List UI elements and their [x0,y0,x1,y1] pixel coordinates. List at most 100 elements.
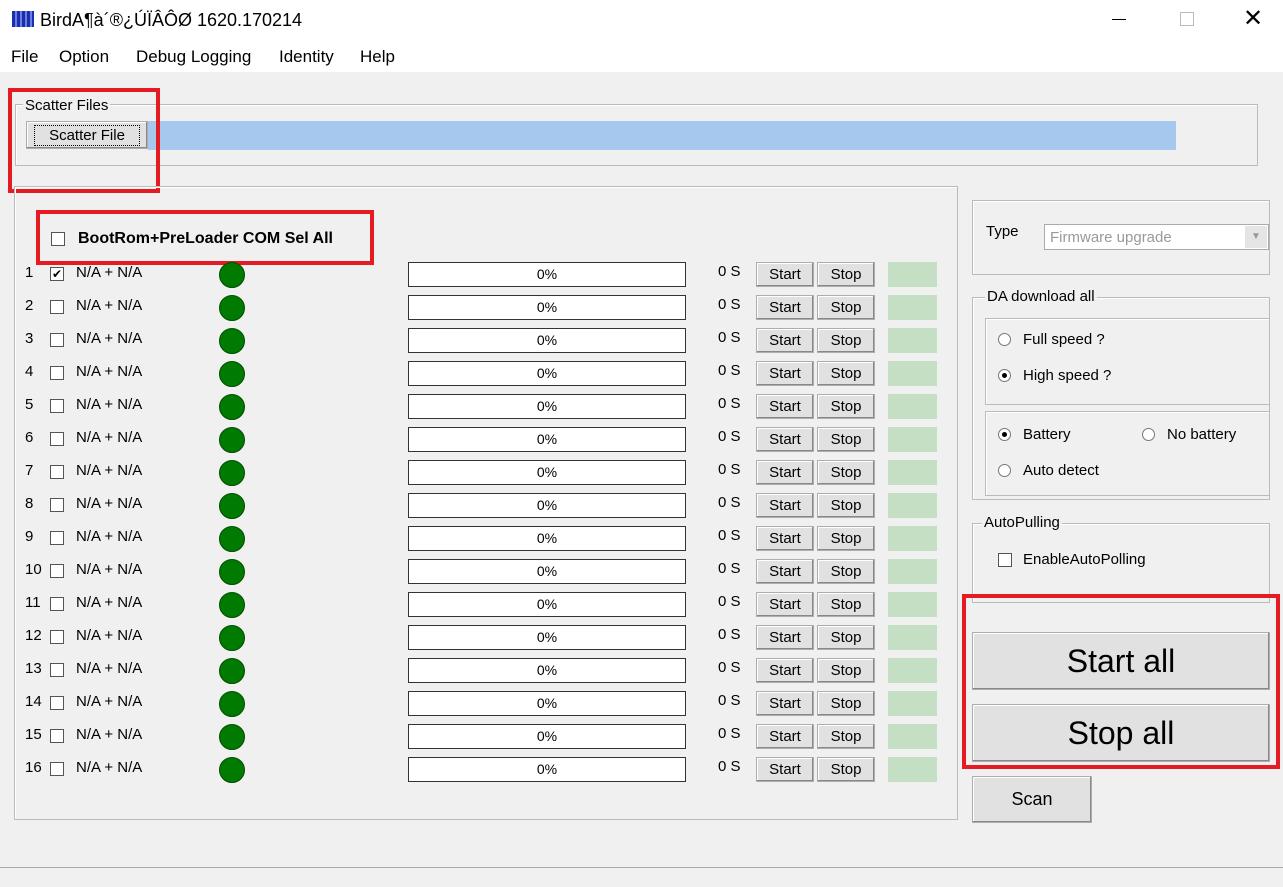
port-checkbox[interactable] [50,564,64,578]
menu-option[interactable]: Option [59,47,109,67]
port-start-button[interactable]: Start [756,262,814,287]
scan-button[interactable]: Scan [972,776,1092,823]
port-status-led [219,691,245,717]
port-start-button[interactable]: Start [756,394,814,419]
port-checkbox[interactable] [50,663,64,677]
port-checkbox[interactable] [50,432,64,446]
port-start-button[interactable]: Start [756,625,814,650]
port-start-button[interactable]: Start [756,427,814,452]
port-checkbox[interactable] [50,300,64,314]
high-speed-radio[interactable] [998,369,1011,382]
auto-detect-radio[interactable] [998,464,1011,477]
port-number: 5 [25,396,34,413]
menu-identity[interactable]: Identity [279,47,334,67]
port-stop-button[interactable]: Stop [817,262,875,287]
port-stop-button[interactable]: Stop [817,460,875,485]
port-checkbox[interactable] [50,630,64,644]
port-status-box [888,625,937,650]
port-start-button[interactable]: Start [756,592,814,617]
port-status-box [888,757,937,782]
menu-debug-logging[interactable]: Debug Logging [136,47,251,67]
title-bar: BirdA¶à´®¿ÚÏÂÔØ 1620.170214 ✕ [0,0,1283,40]
port-number: 13 [25,660,42,677]
port-start-button[interactable]: Start [756,526,814,551]
port-number: 16 [25,759,42,776]
port-checkbox[interactable] [50,696,64,710]
port-label: N/A + N/A [76,297,143,314]
port-stop-button[interactable]: Stop [817,295,875,320]
port-stop-button[interactable]: Stop [817,328,875,353]
port-label: N/A + N/A [76,759,143,776]
port-checkbox[interactable] [50,366,64,380]
port-time: 0 S [718,593,741,610]
full-speed-radio[interactable] [998,333,1011,346]
type-select-value: Firmware upgrade [1050,229,1172,246]
app-icon [12,11,34,27]
minimize-button[interactable] [1112,19,1126,20]
maximize-button[interactable] [1180,12,1194,26]
port-checkbox[interactable]: ✔ [50,267,64,281]
port-number: 14 [25,693,42,710]
port-time: 0 S [718,659,741,676]
port-stop-button[interactable]: Stop [817,526,875,551]
port-time: 0 S [718,461,741,478]
port-stop-button[interactable]: Stop [817,493,875,518]
port-stop-button[interactable]: Stop [817,757,875,782]
type-select[interactable]: Firmware upgrade ▼ [1044,224,1269,250]
port-status-box [888,724,937,749]
port-start-button[interactable]: Start [756,361,814,386]
port-checkbox[interactable] [50,333,64,347]
port-start-button[interactable]: Start [756,328,814,353]
port-checkbox[interactable] [50,465,64,479]
port-stop-button[interactable]: Stop [817,724,875,749]
port-number: 10 [25,561,42,578]
port-start-button[interactable]: Start [756,493,814,518]
port-start-button[interactable]: Start [756,757,814,782]
port-stop-button[interactable]: Stop [817,427,875,452]
port-progress-bar: 0% [408,559,686,584]
port-label: N/A + N/A [76,495,143,512]
battery-radio[interactable] [998,428,1011,441]
status-bar [0,867,1283,887]
port-checkbox[interactable] [50,597,64,611]
port-stop-button[interactable]: Stop [817,559,875,584]
menu-file[interactable]: File [11,47,38,67]
port-stop-button[interactable]: Stop [817,691,875,716]
enable-autopolling-checkbox[interactable] [998,553,1012,567]
port-number: 11 [25,594,41,611]
port-stop-button[interactable]: Stop [817,394,875,419]
port-start-button[interactable]: Start [756,724,814,749]
port-label: N/A + N/A [76,429,143,446]
port-number: 3 [25,330,34,347]
port-label: N/A + N/A [76,462,143,479]
port-checkbox[interactable] [50,498,64,512]
port-start-button[interactable]: Start [756,559,814,584]
port-number: 6 [25,429,34,446]
menu-help[interactable]: Help [360,47,395,67]
port-start-button[interactable]: Start [756,295,814,320]
port-time: 0 S [718,626,741,643]
close-button[interactable]: ✕ [1243,4,1263,33]
auto-detect-label: Auto detect [1023,462,1099,479]
port-checkbox[interactable] [50,729,64,743]
port-stop-button[interactable]: Stop [817,361,875,386]
scatter-path-field[interactable] [148,121,1176,150]
no-battery-radio[interactable] [1142,428,1155,441]
port-label: N/A + N/A [76,693,143,710]
port-progress-bar: 0% [408,526,686,551]
battery-label: Battery [1023,426,1071,443]
port-stop-button[interactable]: Stop [817,625,875,650]
port-stop-button[interactable]: Stop [817,592,875,617]
port-time: 0 S [718,428,741,445]
port-start-button[interactable]: Start [756,460,814,485]
port-checkbox[interactable] [50,762,64,776]
port-stop-button[interactable]: Stop [817,658,875,683]
port-checkbox[interactable] [50,399,64,413]
port-time: 0 S [718,692,741,709]
port-start-button[interactable]: Start [756,658,814,683]
battery-group [985,411,1270,496]
port-start-button[interactable]: Start [756,691,814,716]
port-label: N/A + N/A [76,396,143,413]
port-checkbox[interactable] [50,531,64,545]
port-progress-bar: 0% [408,262,686,287]
